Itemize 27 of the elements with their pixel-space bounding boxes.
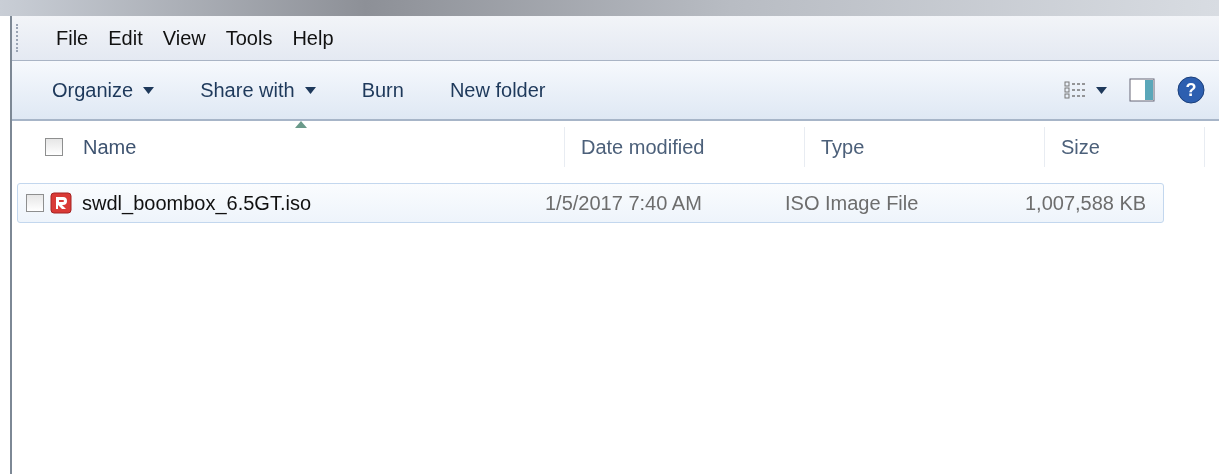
column-header[interactable]: Date modified bbox=[581, 135, 705, 159]
row-checkbox[interactable] bbox=[26, 194, 44, 212]
toolbar-button[interactable]: Organize bbox=[40, 72, 167, 108]
caret-icon[interactable] bbox=[1096, 86, 1107, 94]
file-type-cell-text: ISO Image File bbox=[784, 191, 920, 215]
toolbar-button[interactable]: Burn bbox=[349, 72, 416, 108]
file-size-cell-text: 1,007,588 KB bbox=[1024, 191, 1148, 215]
select-all-checkbox[interactable] bbox=[45, 138, 63, 156]
menu-item[interactable]: File bbox=[48, 22, 97, 54]
menu-item[interactable]: View bbox=[154, 22, 214, 54]
caret-icon bbox=[143, 86, 155, 94]
help-icon[interactable]: ? bbox=[1177, 76, 1205, 104]
preview-pane-icon[interactable] bbox=[1129, 78, 1155, 102]
column-header[interactable]: Size bbox=[1061, 135, 1100, 159]
toolbar-button[interactable]: New folder bbox=[437, 72, 558, 108]
column-header[interactable]: Name bbox=[83, 135, 137, 159]
menu-item[interactable]: Edit bbox=[100, 22, 151, 54]
iso-file-icon bbox=[50, 192, 72, 214]
file-name: swdl_boombox_6.5GT.iso bbox=[82, 191, 311, 215]
toolbar-button[interactable]: Share with bbox=[188, 72, 328, 108]
menu-item[interactable]: Help bbox=[284, 22, 342, 54]
column-header[interactable]: Type bbox=[821, 135, 865, 159]
caret-icon bbox=[304, 86, 316, 94]
view-list-icon[interactable] bbox=[1064, 80, 1086, 100]
menu-item[interactable]: Tools bbox=[217, 22, 281, 54]
date-modified-cell-text: 1/5/2017 7:40 AM bbox=[544, 191, 703, 215]
file-row[interactable]: swdl_boombox_6.5GT.iso 1/5/2017 7:40 AM ISO Image File 1,007,588 KB bbox=[17, 183, 1164, 223]
